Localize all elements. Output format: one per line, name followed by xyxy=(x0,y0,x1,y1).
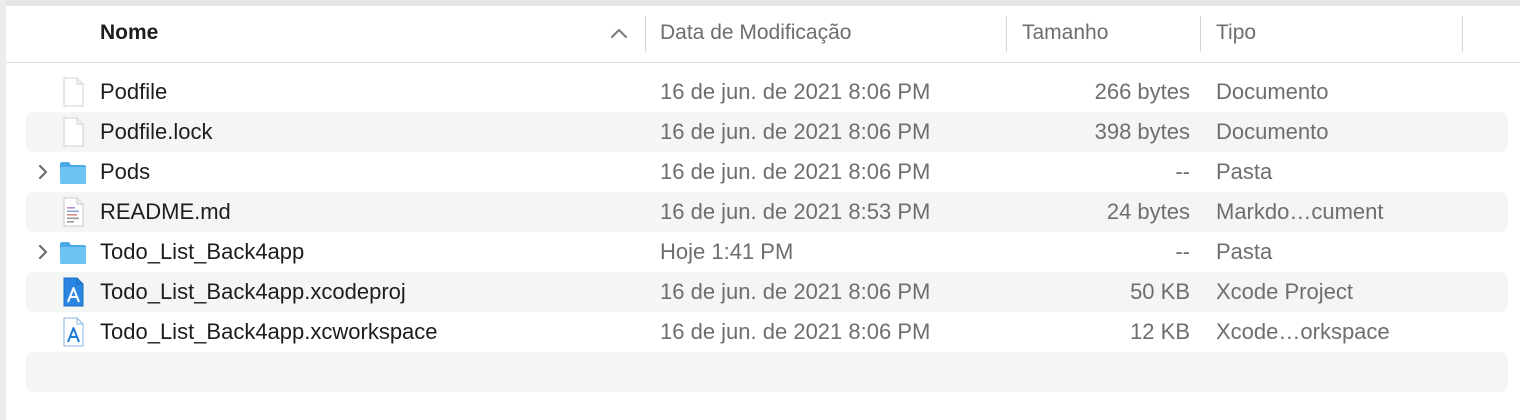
file-name: Pods xyxy=(100,159,151,184)
disclosure-triangle-icon[interactable] xyxy=(36,243,50,261)
empty-row xyxy=(26,352,1508,392)
document-icon xyxy=(63,117,84,147)
file-row[interactable]: README.md 16 de jun. de 2021 8:53 PM 24 by… xyxy=(26,192,1508,232)
file-date: 16 de jun. de 2021 8:06 PM xyxy=(660,79,931,104)
file-size: 50 KB xyxy=(1130,279,1190,304)
file-kind: Xcode Project xyxy=(1216,279,1353,304)
column-divider[interactable] xyxy=(645,16,646,52)
document-icon xyxy=(63,77,84,107)
file-kind: Documento xyxy=(1216,79,1329,104)
file-size: -- xyxy=(1175,159,1190,184)
file-row[interactable]: Podfile.lock 16 de jun. de 2021 8:06 PM 39… xyxy=(26,112,1508,152)
xcode-project-icon xyxy=(63,277,84,307)
column-header-date[interactable]: Data de Modificação xyxy=(660,6,851,62)
file-date: 16 de jun. de 2021 8:06 PM xyxy=(660,119,931,144)
file-row[interactable]: Todo_List_Back4app Hoje 1:41 PM -- Pasta xyxy=(26,232,1508,272)
column-divider[interactable] xyxy=(1462,16,1463,52)
column-divider[interactable] xyxy=(1006,16,1007,52)
file-row[interactable]: Todo_List_Back4app.xcodeproj 16 de jun. d… xyxy=(26,272,1508,312)
file-name: Todo_List_Back4app.xcworkspace xyxy=(100,319,438,344)
file-kind: Pasta xyxy=(1216,159,1273,184)
file-date: Hoje 1:41 PM xyxy=(660,239,794,264)
file-name: Podfile.lock xyxy=(100,119,213,144)
file-size: 266 bytes xyxy=(1094,79,1190,104)
file-size: 24 bytes xyxy=(1106,199,1190,224)
file-row[interactable]: Todo_List_Back4app.xcworkspace 16 de jun.… xyxy=(26,312,1508,352)
column-header-name[interactable]: Nome xyxy=(100,6,158,62)
column-divider[interactable] xyxy=(1200,16,1201,52)
text-document-icon xyxy=(63,197,84,227)
file-kind: Markdo…cument xyxy=(1216,199,1384,224)
xcode-workspace-icon xyxy=(63,317,84,347)
file-kind: Documento xyxy=(1216,119,1329,144)
file-size: 12 KB xyxy=(1130,319,1190,344)
file-name: README.md xyxy=(100,199,231,224)
file-name: Todo_List_Back4app xyxy=(100,239,305,264)
folder-icon xyxy=(60,242,86,264)
file-size: -- xyxy=(1175,239,1190,264)
file-date: 16 de jun. de 2021 8:53 PM xyxy=(660,199,931,224)
column-header-kind[interactable]: Tipo xyxy=(1216,6,1256,62)
file-row[interactable]: Podfile 16 de jun. de 2021 8:06 PM 266 byt… xyxy=(26,72,1508,112)
column-header: Nome Data de Modificação Tamanho Tipo xyxy=(6,6,1520,63)
column-header-size[interactable]: Tamanho xyxy=(1022,6,1108,62)
disclosure-triangle-icon[interactable] xyxy=(36,163,50,181)
file-size: 398 bytes xyxy=(1094,119,1190,144)
folder-icon xyxy=(60,162,86,184)
file-date: 16 de jun. de 2021 8:06 PM xyxy=(660,279,931,304)
file-name: Podfile xyxy=(100,79,168,104)
file-name: Todo_List_Back4app.xcodeproj xyxy=(100,279,406,304)
chevron-up-icon[interactable] xyxy=(610,26,628,40)
file-date: 16 de jun. de 2021 8:06 PM xyxy=(660,159,931,184)
sidebar-edge xyxy=(0,0,6,420)
file-kind: Xcode…orkspace xyxy=(1216,319,1390,344)
file-row[interactable]: Pods 16 de jun. de 2021 8:06 PM -- Pasta xyxy=(26,152,1508,192)
file-kind: Pasta xyxy=(1216,239,1273,264)
file-date: 16 de jun. de 2021 8:06 PM xyxy=(660,319,931,344)
